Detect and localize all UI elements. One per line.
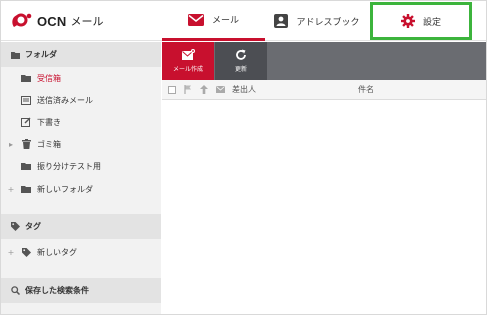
toolbar: メール作成 更新 — [162, 42, 486, 80]
sidebar-item-trash[interactable]: ▸ ゴミ箱 — [1, 133, 161, 155]
compose-icon — [181, 49, 195, 60]
logo-text: OCN — [37, 13, 67, 29]
tab-mail[interactable]: メール — [162, 1, 265, 41]
tag-icon — [11, 222, 20, 231]
saved-search-label: 保存した検索条件 — [25, 286, 89, 295]
logo[interactable]: OCN メール — [10, 10, 104, 32]
plus-icon[interactable]: + — [1, 185, 15, 194]
sidebar-item-sent[interactable]: 送信済みメール — [1, 89, 161, 111]
sidebar-item-inbox[interactable]: 受信箱 — [1, 67, 161, 89]
folder-section-label: フォルダ — [25, 50, 57, 59]
refresh-button[interactable]: 更新 — [215, 42, 267, 80]
refresh-icon — [236, 49, 246, 60]
folder-icon — [19, 185, 33, 193]
sidebar-item-label: 送信済みメール — [37, 95, 93, 105]
plus-icon[interactable]: + — [1, 248, 15, 257]
tab-address-book[interactable]: アドレスブック — [265, 1, 369, 41]
column-header-subject[interactable]: 件名 — [358, 84, 374, 95]
folder-icon — [19, 162, 33, 170]
sidebar-item-label: 受信箱 — [37, 73, 61, 83]
tag-icon — [19, 247, 33, 257]
tag-section-label: タグ — [25, 222, 41, 231]
compose-label: メール作成 — [172, 66, 203, 73]
message-list — [162, 100, 486, 314]
read-status-icon[interactable] — [214, 86, 226, 93]
folder-icon — [19, 74, 33, 82]
draft-icon — [19, 117, 33, 127]
select-all-checkbox[interactable] — [166, 85, 178, 94]
logo-subtitle: メール — [70, 15, 104, 28]
message-list-header: 差出人 件名 — [162, 80, 486, 100]
refresh-label: 更新 — [234, 66, 247, 73]
sidebar-item-sort-test[interactable]: 振り分けテスト用 — [1, 155, 161, 177]
sidebar-item-drafts[interactable]: 下書き — [1, 111, 161, 133]
app-window: OCN メール メール アドレスブック 設定 フォルダ 受信箱 送信済みメール … — [0, 0, 487, 315]
priority-arrow-icon[interactable] — [198, 85, 210, 94]
flag-icon[interactable] — [182, 85, 194, 94]
tab-mail-label: メール — [211, 16, 239, 26]
folder-section-header[interactable]: フォルダ — [1, 42, 161, 67]
address-book-icon — [274, 14, 289, 28]
compose-button[interactable]: メール作成 — [162, 42, 214, 80]
sidebar-item-new-folder[interactable]: + 新しいフォルダ — [1, 178, 161, 200]
sidebar-item-label: ゴミ箱 — [37, 139, 61, 149]
sidebar: フォルダ 受信箱 送信済みメール 下書き ▸ ゴミ箱 振り分けテスト用 + 新し… — [1, 42, 161, 314]
expand-arrow-icon[interactable]: ▸ — [1, 140, 15, 149]
column-header-from[interactable]: 差出人 — [232, 84, 352, 95]
tab-settings-label: 設定 — [422, 17, 441, 28]
saved-search-section-header[interactable]: 保存した検索条件 — [1, 278, 161, 303]
sidebar-item-label: 振り分けテスト用 — [37, 161, 101, 171]
folder-icon — [11, 51, 20, 59]
trash-icon — [19, 139, 33, 149]
sidebar-item-label: 下書き — [37, 117, 61, 127]
envelope-icon — [187, 13, 204, 26]
sidebar-item-label: 新しいタグ — [37, 247, 77, 257]
search-icon — [11, 286, 20, 295]
tab-address-book-label: アドレスブック — [296, 17, 360, 28]
sidebar-item-new-tag[interactable]: + 新しいタグ — [1, 241, 161, 263]
app-header: OCN メール メール アドレスブック 設定 — [1, 1, 486, 41]
tab-settings[interactable]: 設定 — [370, 2, 472, 40]
sidebar-item-label: 新しいフォルダ — [37, 184, 93, 194]
sent-icon — [19, 95, 33, 105]
gear-icon — [400, 14, 415, 28]
ocn-logo-icon — [12, 13, 32, 27]
tag-section-header[interactable]: タグ — [1, 214, 161, 239]
